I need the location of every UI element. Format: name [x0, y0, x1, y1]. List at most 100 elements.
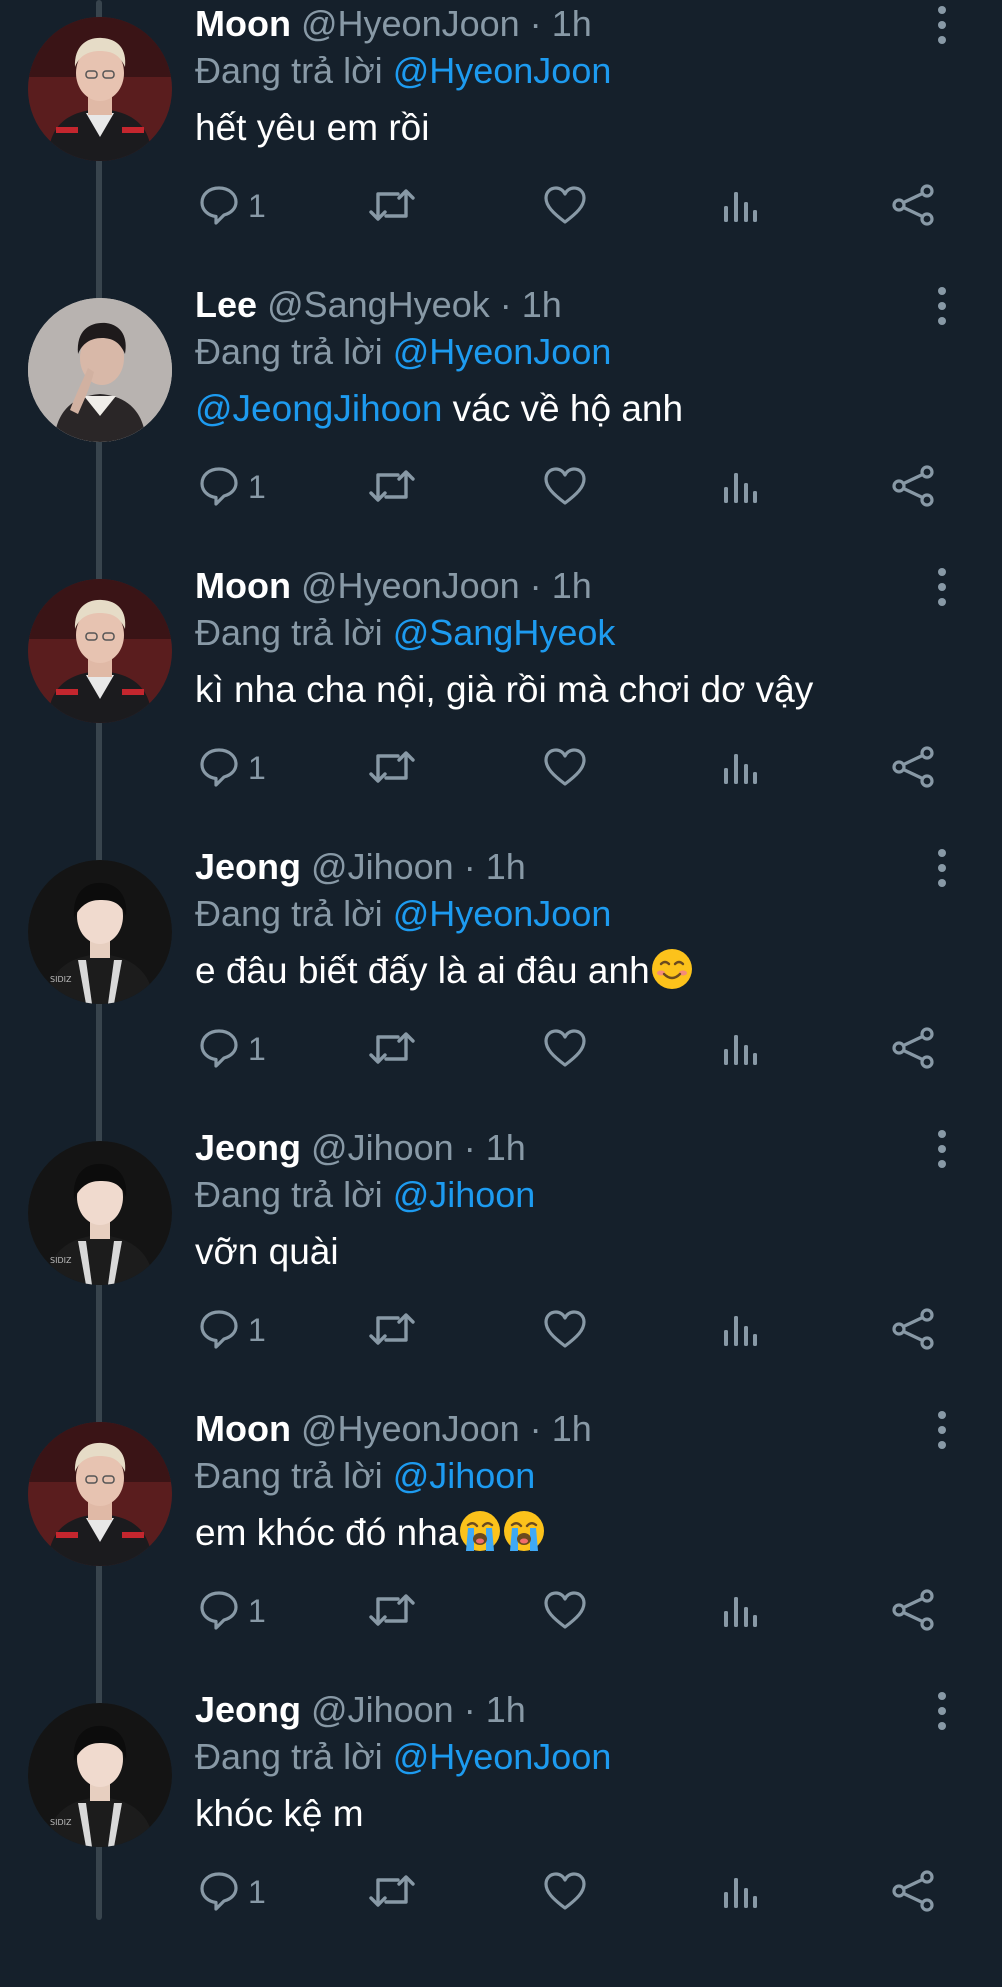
timestamp[interactable]: 1h [522, 284, 562, 325]
svg-text:SIDIZ: SIDIZ [50, 1818, 72, 1827]
reply-count: 1 [248, 1312, 266, 1348]
smiling-face-emoji [650, 949, 694, 991]
more-vertical-icon[interactable] [930, 4, 954, 46]
timestamp[interactable]: 1h [552, 565, 592, 606]
tweet-text-content: vác về hộ anh [442, 388, 684, 429]
separator-dot: · [463, 1689, 476, 1730]
display-name[interactable]: Lee [195, 284, 257, 325]
replying-to-label: Đang trả lời [195, 331, 383, 372]
replying-to-mention[interactable]: @SangHyeok [393, 612, 616, 653]
replying-to-mention[interactable]: @HyeonJoon [393, 50, 612, 91]
tweet[interactable]: SIDIZ Jeong @Jihoon · 1h Đang trả lời @Jih… [0, 1127, 1002, 1425]
replying-to-label: Đang trả lời [195, 1736, 383, 1777]
separator-dot: · [529, 1408, 542, 1449]
user-handle[interactable]: @HyeonJoon [301, 565, 520, 606]
more-vertical-icon[interactable] [930, 1409, 954, 1451]
more-vertical-icon[interactable] [930, 847, 954, 889]
timestamp[interactable]: 1h [486, 1689, 526, 1730]
avatar[interactable]: SIDIZ [28, 860, 172, 1004]
tweet-text: @JeongJihoon vác về hộ anh [195, 384, 683, 434]
avatar[interactable] [28, 17, 172, 161]
replying-to: Đang trả lời @HyeonJoon [195, 890, 611, 938]
replying-to: Đang trả lời @SangHyeok [195, 609, 615, 657]
replying-to-mention[interactable]: @HyeonJoon [393, 1736, 612, 1777]
display-name[interactable]: Moon [195, 565, 291, 606]
separator-dot: · [463, 846, 476, 887]
tweet[interactable]: SIDIZ Jeong @Jihoon · 1h Đang trả lời @Hye… [0, 846, 1002, 1144]
replying-to-mention[interactable]: @HyeonJoon [393, 893, 612, 934]
replying-to-mention[interactable]: @Jihoon [393, 1455, 536, 1496]
tweet[interactable]: Moon @HyeonJoon · 1h Đang trả lời @SangHy… [0, 565, 1002, 863]
replying-to: Đang trả lời @Jihoon [195, 1452, 535, 1500]
separator-dot: · [529, 3, 542, 44]
more-vertical-icon[interactable] [930, 1128, 954, 1170]
user-handle[interactable]: @SangHyeok [267, 284, 490, 325]
avatar[interactable] [28, 1422, 172, 1566]
user-handle[interactable]: @HyeonJoon [301, 1408, 520, 1449]
tweet-text: em khóc đó nha [195, 1508, 546, 1558]
avatar[interactable] [28, 579, 172, 723]
display-name[interactable]: Jeong [195, 846, 301, 887]
timestamp[interactable]: 1h [486, 1127, 526, 1168]
tweet-text: khóc kệ m [195, 1789, 364, 1839]
replying-to-label: Đang trả lời [195, 1455, 383, 1496]
separator-dot: · [529, 565, 542, 606]
text-mention[interactable]: @JeongJihoon [195, 388, 442, 429]
tweet-header: Jeong @Jihoon · 1h [195, 1124, 526, 1172]
replying-to-label: Đang trả lời [195, 50, 383, 91]
display-name[interactable]: Jeong [195, 1689, 301, 1730]
user-handle[interactable]: @Jihoon [311, 846, 454, 887]
tweet[interactable]: Moon @HyeonJoon · 1h Đang trả lời @HyeonJ… [0, 3, 1002, 301]
user-handle[interactable]: @HyeonJoon [301, 3, 520, 44]
avatar[interactable]: SIDIZ [28, 1703, 172, 1847]
tweet-actions: 1 [0, 742, 1002, 794]
display-name[interactable]: Jeong [195, 1127, 301, 1168]
reply-count: 1 [248, 469, 266, 505]
tweet-text: e đâu biết đấy là ai đâu anh [195, 946, 694, 996]
tweet-text: vỡn quài [195, 1227, 339, 1277]
replying-to-label: Đang trả lời [195, 893, 383, 934]
tweet[interactable]: SIDIZ Jeong @Jihoon · 1h Đang trả lời @Hye… [0, 1689, 1002, 1987]
display-name[interactable]: Moon [195, 1408, 291, 1449]
reply-count: 1 [248, 750, 266, 786]
replying-to: Đang trả lời @HyeonJoon [195, 1733, 611, 1781]
tweet[interactable]: Lee @SangHyeok · 1h Đang trả lời @HyeonJo… [0, 284, 1002, 582]
tweet-header: Lee @SangHyeok · 1h [195, 281, 562, 329]
tweet-actions: 1 [0, 1023, 1002, 1075]
loudly-crying-face-emoji [502, 1511, 546, 1553]
tweet-header: Jeong @Jihoon · 1h [195, 843, 526, 891]
replying-to-mention[interactable]: @Jihoon [393, 1174, 536, 1215]
tweet-actions: 1 [0, 180, 1002, 232]
tweet-text: hết yêu em rồi [195, 103, 429, 153]
tweet-header: Jeong @Jihoon · 1h [195, 1686, 526, 1734]
replying-to-mention[interactable]: @HyeonJoon [393, 331, 612, 372]
more-vertical-icon[interactable] [930, 566, 954, 608]
more-vertical-icon[interactable] [930, 285, 954, 327]
display-name[interactable]: Moon [195, 3, 291, 44]
replying-to-label: Đang trả lời [195, 1174, 383, 1215]
tweet-header: Moon @HyeonJoon · 1h [195, 562, 592, 610]
tweet-header: Moon @HyeonJoon · 1h [195, 1405, 592, 1453]
separator-dot: · [499, 284, 512, 325]
replying-to: Đang trả lời @HyeonJoon [195, 328, 611, 376]
tweet-text-content: em khóc đó nha [195, 1512, 459, 1553]
svg-text:SIDIZ: SIDIZ [50, 1256, 72, 1265]
avatar[interactable] [28, 298, 172, 442]
tweet-text-content: vỡn quài [195, 1231, 339, 1272]
more-vertical-icon[interactable] [930, 1690, 954, 1732]
replying-to-label: Đang trả lời [195, 612, 383, 653]
user-handle[interactable]: @Jihoon [311, 1689, 454, 1730]
timestamp[interactable]: 1h [552, 1408, 592, 1449]
tweet-actions: 1 [0, 1304, 1002, 1356]
separator-dot: · [463, 1127, 476, 1168]
replying-to: Đang trả lời @HyeonJoon [195, 47, 611, 95]
user-handle[interactable]: @Jihoon [311, 1127, 454, 1168]
tweet-text-content: hết yêu em rồi [195, 107, 430, 148]
avatar[interactable]: SIDIZ [28, 1141, 172, 1285]
tweet-text-content: kì nha cha nội, già rồi mà chơi dơ vậy [195, 669, 814, 710]
timestamp[interactable]: 1h [552, 3, 592, 44]
tweet-actions: 1 [0, 1585, 1002, 1637]
timestamp[interactable]: 1h [486, 846, 526, 887]
tweet[interactable]: Moon @HyeonJoon · 1h Đang trả lời @Jihoon… [0, 1408, 1002, 1706]
tweet-actions: 1 [0, 461, 1002, 513]
